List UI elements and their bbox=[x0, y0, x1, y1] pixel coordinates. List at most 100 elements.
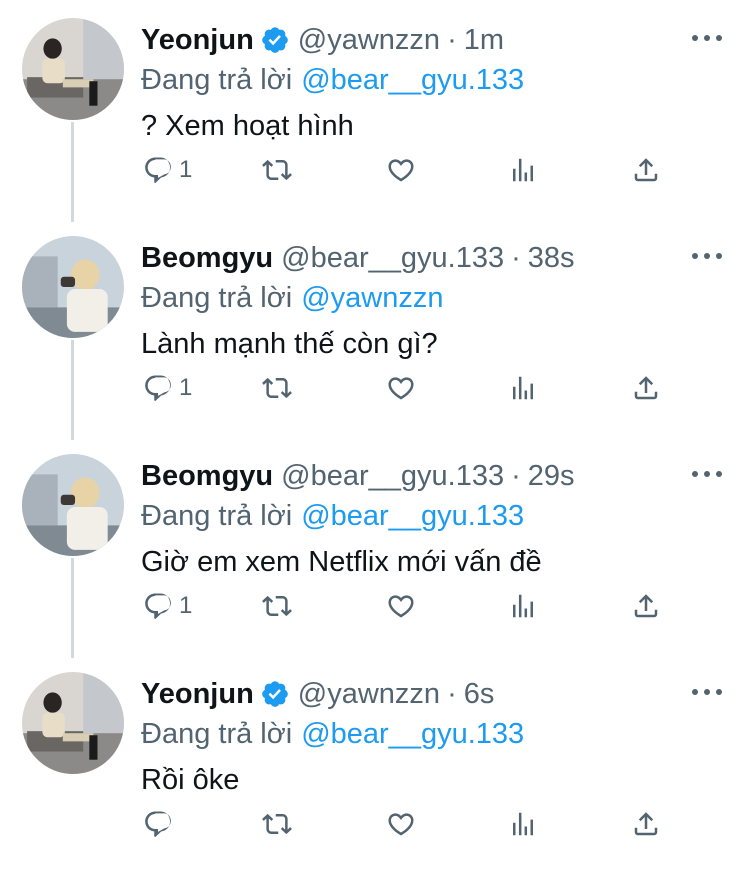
separator-dot: · bbox=[447, 677, 457, 710]
timestamp[interactable]: 6s bbox=[464, 678, 495, 711]
timestamp[interactable]: 1m bbox=[464, 24, 504, 57]
separator-dot: · bbox=[511, 241, 521, 274]
reply-icon bbox=[145, 375, 171, 401]
tweet-header: Beomgyu @bear__gyu.133 · 38s bbox=[141, 238, 680, 278]
like-button[interactable] bbox=[386, 368, 416, 408]
share-icon bbox=[634, 594, 658, 618]
reply-icon bbox=[145, 157, 171, 183]
separator-dot: · bbox=[447, 23, 457, 56]
display-name[interactable]: Beomgyu bbox=[141, 242, 273, 275]
display-name[interactable]: Beomgyu bbox=[141, 460, 273, 493]
share-icon bbox=[634, 158, 658, 182]
mention-link[interactable]: @yawnzzn bbox=[301, 282, 443, 315]
tweet-header: Yeonjun @yawnzzn · 1m bbox=[141, 20, 680, 60]
tweet-header: Yeonjun @yawnzzn · 6s bbox=[141, 674, 680, 714]
reply-button[interactable]: 1 bbox=[143, 150, 192, 190]
more-dots-icon[interactable] bbox=[692, 462, 722, 486]
action-bar bbox=[141, 804, 671, 844]
tweet[interactable]: Beomgyu @bear__gyu.133 · 38s Đang trả lờ… bbox=[0, 218, 750, 436]
reply-count: 1 bbox=[179, 592, 193, 619]
replying-to-label: Đang trả lời bbox=[141, 717, 293, 750]
avatar-yeonjun-image bbox=[22, 672, 124, 774]
reply-icon bbox=[145, 593, 171, 619]
analytics-icon bbox=[513, 376, 533, 400]
retweet-button[interactable] bbox=[262, 804, 292, 844]
avatar[interactable] bbox=[22, 18, 124, 120]
views-button[interactable] bbox=[508, 804, 538, 844]
replying-to: Đang trả lời @bear__gyu.133 bbox=[141, 496, 524, 536]
tweet-header: Beomgyu @bear__gyu.133 · 29s bbox=[141, 456, 680, 496]
avatar[interactable] bbox=[22, 672, 124, 774]
analytics-icon bbox=[513, 812, 533, 836]
like-button[interactable] bbox=[386, 586, 416, 626]
analytics-icon bbox=[513, 158, 533, 182]
share-button[interactable] bbox=[631, 150, 661, 190]
avatar-yeonjun-image bbox=[22, 18, 124, 120]
replying-to: Đang trả lời @bear__gyu.133 bbox=[141, 60, 524, 100]
retweet-button[interactable] bbox=[262, 586, 292, 626]
tweet-text: Lành mạnh thế còn gì? bbox=[141, 327, 438, 360]
action-bar: 1 bbox=[141, 150, 671, 190]
retweet-icon bbox=[262, 159, 292, 181]
more-dots-icon[interactable] bbox=[692, 680, 722, 704]
replying-to-label: Đang trả lời bbox=[141, 499, 293, 532]
avatar[interactable] bbox=[22, 236, 124, 338]
more-dots-icon[interactable] bbox=[692, 244, 722, 268]
share-icon bbox=[634, 812, 658, 836]
reply-button[interactable] bbox=[143, 804, 179, 844]
more-dots-icon[interactable] bbox=[692, 26, 722, 50]
heart-icon bbox=[388, 595, 414, 618]
tweet-text: ? Xem hoạt hình bbox=[141, 109, 354, 142]
handle[interactable]: @yawnzzn bbox=[298, 24, 440, 57]
heart-icon bbox=[388, 159, 414, 182]
reply-count: 1 bbox=[179, 374, 193, 401]
retweet-icon bbox=[262, 377, 292, 399]
avatar-beomgyu-image bbox=[22, 236, 124, 338]
handle[interactable]: @bear__gyu.133 bbox=[281, 242, 504, 275]
tweet[interactable]: Beomgyu @bear__gyu.133 · 29s Đang trả lờ… bbox=[0, 436, 750, 654]
reply-count: 1 bbox=[179, 156, 193, 183]
share-icon bbox=[634, 376, 658, 400]
like-button[interactable] bbox=[386, 804, 416, 844]
verified-badge-icon bbox=[261, 681, 288, 707]
share-button[interactable] bbox=[631, 586, 661, 626]
replying-to: Đang trả lời @bear__gyu.133 bbox=[141, 714, 524, 754]
retweet-icon bbox=[262, 595, 292, 617]
verified-badge-icon bbox=[261, 27, 288, 53]
separator-dot: · bbox=[511, 459, 521, 492]
display-name[interactable]: Yeonjun bbox=[141, 24, 254, 57]
tweet[interactable]: Yeonjun @yawnzzn · 1m Đang trả lời @bear… bbox=[0, 0, 750, 218]
reply-button[interactable]: 1 bbox=[143, 368, 192, 408]
action-bar: 1 bbox=[141, 586, 671, 626]
retweet-button[interactable] bbox=[262, 150, 292, 190]
reply-button[interactable]: 1 bbox=[143, 586, 192, 626]
action-bar: 1 bbox=[141, 368, 671, 408]
timestamp[interactable]: 38s bbox=[528, 242, 575, 275]
tweet-text: Rồi ôke bbox=[141, 763, 240, 796]
mention-link[interactable]: @bear__gyu.133 bbox=[301, 64, 524, 97]
heart-icon bbox=[388, 377, 414, 400]
avatar-beomgyu-image bbox=[22, 454, 124, 556]
timestamp[interactable]: 29s bbox=[528, 460, 575, 493]
handle[interactable]: @bear__gyu.133 bbox=[281, 460, 504, 493]
avatar[interactable] bbox=[22, 454, 124, 556]
heart-icon bbox=[388, 813, 414, 836]
replying-to-label: Đang trả lời bbox=[141, 63, 293, 96]
share-button[interactable] bbox=[631, 368, 661, 408]
like-button[interactable] bbox=[386, 150, 416, 190]
mention-link[interactable]: @bear__gyu.133 bbox=[301, 500, 524, 533]
views-button[interactable] bbox=[508, 368, 538, 408]
tweet-text: Giờ em xem Netflix mới vấn đề bbox=[141, 545, 542, 578]
display-name[interactable]: Yeonjun bbox=[141, 678, 254, 711]
retweet-button[interactable] bbox=[262, 368, 292, 408]
views-button[interactable] bbox=[508, 586, 538, 626]
replying-to-label: Đang trả lời bbox=[141, 281, 293, 314]
handle[interactable]: @yawnzzn bbox=[298, 678, 440, 711]
share-button[interactable] bbox=[631, 804, 661, 844]
retweet-icon bbox=[262, 813, 292, 835]
replying-to: Đang trả lời @yawnzzn bbox=[141, 278, 443, 318]
mention-link[interactable]: @bear__gyu.133 bbox=[301, 718, 524, 751]
views-button[interactable] bbox=[508, 150, 538, 190]
reply-icon bbox=[145, 811, 171, 837]
tweet[interactable]: Yeonjun @yawnzzn · 6s Đang trả lời @bear… bbox=[0, 654, 750, 869]
